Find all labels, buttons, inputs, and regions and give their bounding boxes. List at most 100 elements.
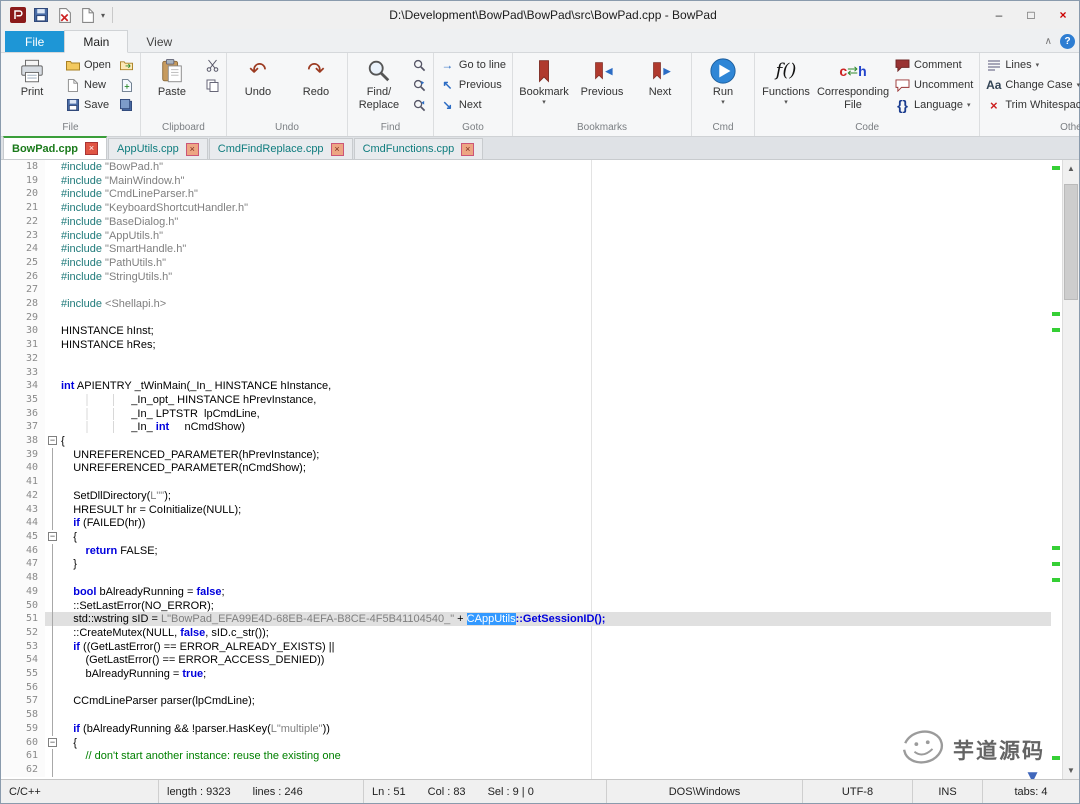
code-line[interactable]: 45− { [1,530,1051,544]
goto-next-button[interactable]: ↘ Next [437,96,509,114]
status-eol-format[interactable]: DOS\Windows [607,780,803,803]
bookmark-button[interactable]: Bookmark ▾ [516,54,572,106]
code-text[interactable]: #include "MainWindow.h" [61,174,1051,188]
comment-button[interactable]: Comment [892,56,976,74]
code-text[interactable]: #include "AppUtils.h" [61,229,1051,243]
line-number[interactable]: 49 [1,585,45,599]
line-number[interactable]: 56 [1,681,45,695]
file-tab[interactable]: CmdFunctions.cpp× [354,138,484,159]
line-number[interactable]: 19 [1,174,45,188]
collapse-ribbon-icon[interactable]: ∧ [1045,36,1052,47]
trim-whitespaces-button[interactable]: × Trim Whitespaces [983,96,1080,114]
code-text[interactable] [61,681,1051,695]
line-number[interactable]: 44 [1,516,45,530]
code-text[interactable]: #include "CmdLineParser.h" [61,187,1051,201]
line-number[interactable]: 34 [1,379,45,393]
line-number[interactable]: 31 [1,338,45,352]
code-line[interactable]: 23#include "AppUtils.h" [1,229,1051,243]
code-line[interactable]: 32 [1,352,1051,366]
code-line[interactable]: 59 if (bAlreadyRunning && !parser.HasKey… [1,722,1051,736]
close-tab-icon[interactable]: × [331,143,344,156]
line-number[interactable]: 62 [1,763,45,777]
save-quick-button[interactable] [32,6,50,24]
line-number[interactable]: 18 [1,160,45,174]
maximize-button[interactable]: □ [1015,4,1047,26]
find-previous-button[interactable] [409,96,430,114]
code-line[interactable]: 31HINSTANCE hRes; [1,338,1051,352]
help-icon[interactable]: ? [1060,34,1075,49]
code-line[interactable]: 49 bool bAlreadyRunning = false; [1,585,1051,599]
code-line[interactable]: 52 ::CreateMutex(NULL, false, sID.c_str(… [1,626,1051,640]
code-text[interactable] [61,283,1051,297]
code-line[interactable]: 28#include <Shellapi.h> [1,297,1051,311]
copy-button[interactable] [202,76,223,94]
code-text[interactable]: HINSTANCE hInst; [61,324,1051,338]
code-line[interactable]: 33 [1,366,1051,380]
scroll-up-icon[interactable]: ▲ [1063,160,1079,177]
code-line[interactable]: 18#include "BowPad.h" [1,160,1051,174]
quick-find-button[interactable] [409,56,430,74]
code-line[interactable]: 41 [1,475,1051,489]
close-button[interactable]: × [1047,4,1079,26]
code-text[interactable]: _In_ int nCmdShow) [61,420,1051,434]
code-line[interactable]: 30 HINSTANCE hInst; [1,324,1051,338]
find-replace-button[interactable]: Find/ Replace [351,54,407,111]
line-number[interactable]: 58 [1,708,45,722]
vertical-scrollbar[interactable]: ▲ ▼ [1062,160,1079,779]
line-number[interactable]: 55 [1,667,45,681]
code-text[interactable] [61,571,1051,585]
save-button[interactable]: Save [62,96,114,114]
code-line[interactable]: 47 } [1,557,1051,571]
save-all-button[interactable] [116,96,137,114]
code-line[interactable]: 40 UNREFERENCED_PARAMETER(nCmdShow); [1,461,1051,475]
file-tab[interactable]: CmdFindReplace.cpp× [209,138,353,159]
line-number[interactable]: 33 [1,366,45,380]
lines-button[interactable]: Lines ▾ [983,56,1080,74]
code-line[interactable]: 27 [1,283,1051,297]
new-document-quick-button[interactable] [78,6,96,24]
line-number[interactable]: 26 [1,270,45,284]
line-number[interactable]: 51 [1,612,45,626]
code-text[interactable] [61,311,1051,325]
code-text[interactable]: #include "StringUtils.h" [61,270,1051,284]
code-text[interactable]: if (FAILED(hr)) [61,516,1051,530]
goto-line-button[interactable]: → Go to line [437,56,509,74]
tab-file[interactable]: File [5,31,64,52]
line-number[interactable]: 41 [1,475,45,489]
line-number[interactable]: 21 [1,201,45,215]
code-line[interactable]: 60− { [1,736,1051,750]
code-text[interactable]: bool bAlreadyRunning = false; [61,585,1051,599]
code-line[interactable]: 55 bAlreadyRunning = true; [1,667,1051,681]
code-line[interactable]: 53 if ((GetLastError() == ERROR_ALREADY_… [1,640,1051,654]
code-line[interactable]: 37 _In_ int nCmdShow) [1,420,1051,434]
line-number[interactable]: 30 [1,324,45,338]
status-encoding[interactable]: UTF-8 [803,780,913,803]
line-number[interactable]: 25 [1,256,45,270]
status-doctype[interactable]: C/C++ [1,780,159,803]
file-tab[interactable]: BowPad.cpp× [3,136,107,159]
open-button[interactable]: Open [62,56,114,74]
line-number[interactable]: 59 [1,722,45,736]
fold-collapse-icon[interactable]: − [48,738,57,747]
code-text[interactable]: } [61,557,1051,571]
line-number[interactable]: 29 [1,311,45,325]
code-line[interactable]: 21#include "KeyboardShortcutHandler.h" [1,201,1051,215]
corresponding-file-button[interactable]: c⇄h Corresponding File [816,54,890,111]
open-recent-button[interactable] [116,56,137,74]
code-line[interactable]: 62 [1,763,1051,777]
goto-previous-button[interactable]: ↖ Previous [437,76,509,94]
code-text[interactable]: #include "PathUtils.h" [61,256,1051,270]
line-number[interactable]: 53 [1,640,45,654]
code-line[interactable]: 51 std::wstring sID = L"BowPad_EFA99E4D-… [1,612,1051,626]
code-text[interactable]: _In_ LPTSTR lpCmdLine, [61,407,1051,421]
code-text[interactable]: { [61,736,1051,750]
code-text[interactable]: std::wstring sID = L"BowPad_EFA99E4D-68E… [61,612,1051,626]
code-text[interactable]: // don't start another instance: reuse t… [61,749,1051,763]
scrollbar-thumb[interactable] [1064,184,1078,300]
line-number[interactable]: 39 [1,448,45,462]
line-number[interactable]: 32 [1,352,45,366]
code-line[interactable]: 44 if (FAILED(hr)) [1,516,1051,530]
code-line[interactable]: 29 [1,311,1051,325]
fold-margin[interactable]: − [45,736,61,750]
line-number[interactable]: 60 [1,736,45,750]
